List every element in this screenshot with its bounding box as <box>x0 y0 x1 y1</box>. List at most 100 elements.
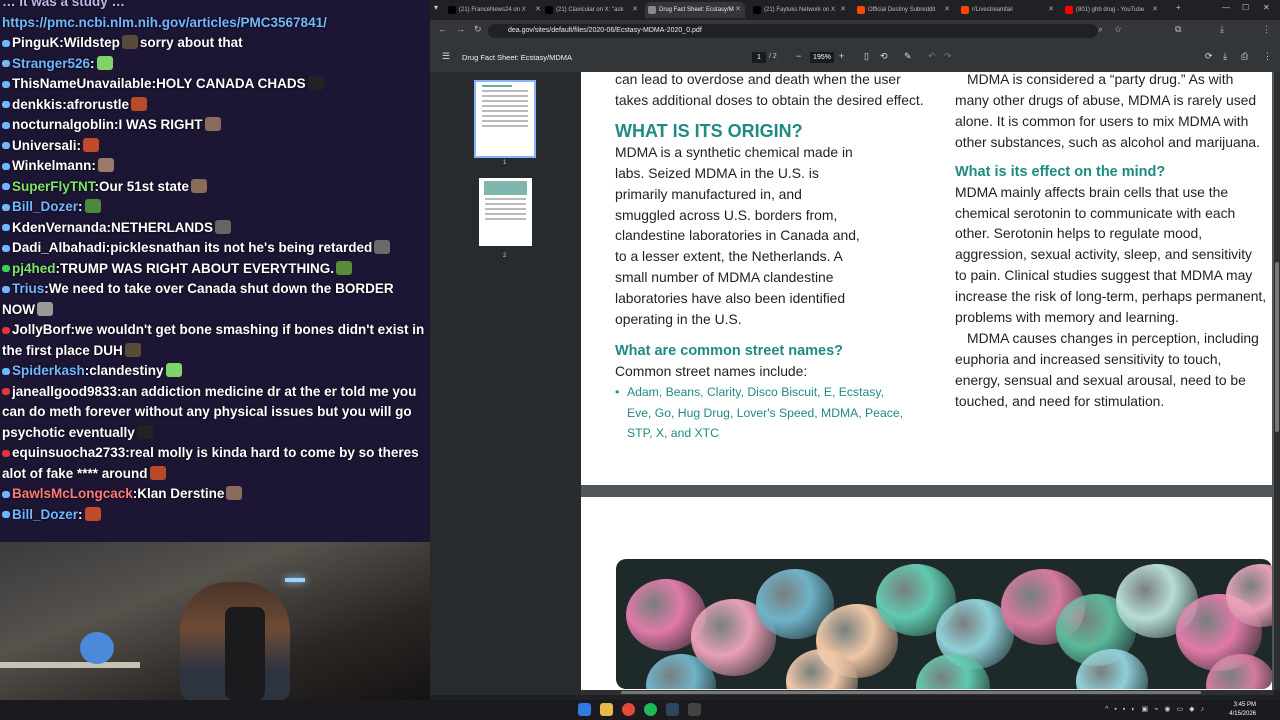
pdf-save-icon[interactable]: ⟳ <box>1205 51 1213 62</box>
chat-username[interactable]: KdenVernanda <box>12 220 107 235</box>
undo-icon[interactable]: ↶ <box>928 51 936 62</box>
sidebar-toggle-icon[interactable]: ☰ <box>442 51 450 62</box>
tab-close-icon[interactable]: ✕ <box>1152 2 1158 18</box>
download-icon[interactable]: ⤓ <box>1220 24 1224 35</box>
chat-message: equinsuocha2733:real molly is kinda hard… <box>0 443 430 484</box>
close-window-button[interactable]: ✕ <box>1263 3 1270 12</box>
new-tab-button[interactable]: + <box>1176 3 1181 12</box>
chat-username[interactable]: denkkis <box>12 97 62 112</box>
system-tray-icons[interactable]: ^▪▪◐▣⌁◉▭◆♪ <box>1105 705 1210 713</box>
browser-tab[interactable]: Drug Fact Sheet: Ecstasy/M ✕ <box>645 2 745 18</box>
chat-username[interactable]: Trius <box>12 281 44 296</box>
chat-username[interactable]: Bill_Dozer <box>12 199 78 214</box>
browser-tab[interactable]: (801) ghb drug - YouTube ✕ <box>1062 2 1162 18</box>
maximize-button[interactable]: ☐ <box>1242 3 1249 12</box>
chat-username[interactable]: JollyBorf <box>12 322 71 337</box>
chat-url-line[interactable]: https://pmc.ncbi.nlm.nih.gov/articles/PM… <box>0 13 430 34</box>
cam-shelf <box>0 662 140 668</box>
obs-icon[interactable] <box>688 703 701 716</box>
chat-username[interactable]: Stranger526 <box>12 56 90 71</box>
chat-username[interactable]: Bill_Dozer <box>12 507 78 522</box>
pdf-print-icon[interactable]: ⎙ <box>1241 51 1248 62</box>
fit-page-icon[interactable]: ▯ <box>864 51 869 62</box>
chat-username[interactable]: janeallgood9833 <box>12 384 117 399</box>
vertical-scroll-thumb[interactable] <box>1275 262 1279 432</box>
pdf-more-icon[interactable]: ⋮ <box>1263 51 1272 62</box>
chat-emote-icon <box>96 55 113 70</box>
chat-username[interactable]: equinsuocha2733 <box>12 445 125 460</box>
chat-username[interactable]: Spiderkash <box>12 363 85 378</box>
spotify-icon[interactable] <box>644 703 657 716</box>
page-thumbnail-2[interactable] <box>479 178 532 246</box>
horizontal-scrollbar[interactable] <box>581 690 1274 695</box>
thumbnail-sidebar: 1 2 <box>430 72 581 695</box>
chat-username[interactable]: nocturnalgoblin <box>12 117 114 132</box>
tab-close-icon[interactable]: ✕ <box>840 2 846 18</box>
vertical-scrollbar[interactable] <box>1274 72 1280 690</box>
annotate-icon[interactable]: ✎ <box>904 51 912 62</box>
zoom-in-icon[interactable]: + <box>839 51 844 61</box>
chat-text: I WAS RIGHT <box>118 117 203 132</box>
horizontal-scroll-thumb[interactable] <box>621 691 1201 694</box>
tab-close-icon[interactable]: ✕ <box>535 2 541 18</box>
chat-message-list: PinguK: Wildstep sorry about that Stranger5… <box>0 33 430 525</box>
file-explorer-icon[interactable] <box>600 703 613 716</box>
chat-badge-icon <box>2 285 10 293</box>
chat-message: Spiderkash:clandestiny <box>0 361 430 382</box>
menu-kebab-icon[interactable]: ⋮ <box>1262 24 1271 35</box>
minimize-button[interactable]: — <box>1222 3 1230 12</box>
chat-username[interactable]: BawlsMcLongcack <box>12 486 133 501</box>
chat-badge-icon <box>2 121 10 129</box>
browser-window: ▾ (21) FranceNews24 on X ✕ (21) Clavicular… <box>430 0 1280 700</box>
forward-icon[interactable]: → <box>456 24 465 34</box>
tab-search-icon[interactable]: ▾ <box>434 3 438 12</box>
left-column: can lead to overdose and death when the … <box>615 72 933 444</box>
chat-emote-icon <box>215 219 232 234</box>
chat-username[interactable]: Universali <box>12 138 77 153</box>
page-thumbnail-1[interactable] <box>474 80 536 158</box>
zoom-out-icon[interactable]: − <box>796 51 801 61</box>
zoom-icon[interactable]: ⌕ <box>1098 24 1103 35</box>
browser-tab[interactable]: (21) FranceNews24 on X ✕ <box>445 2 545 18</box>
chat-username[interactable]: pj4hed <box>12 261 56 276</box>
windows-start-icon[interactable] <box>578 703 591 716</box>
address-bar-row: ← → ↻ dea.gov/sites/default/files/2020-0… <box>430 20 1280 42</box>
back-icon[interactable]: ← <box>438 24 447 34</box>
chat-username[interactable]: Winkelmann <box>12 158 91 173</box>
reload-icon[interactable]: ↻ <box>474 24 482 35</box>
browser-tab[interactable]: Official Destiny Subreddit ✕ <box>854 2 954 18</box>
tab-close-icon[interactable]: ✕ <box>944 2 950 18</box>
clock[interactable]: 3:45 PM 4/15/2026 <box>1229 701 1256 719</box>
url-field[interactable]: dea.gov/sites/default/files/2020-06/Ecst… <box>488 24 1098 38</box>
browser-tab[interactable]: (21) Faytuks Network on X ✕ <box>750 2 850 18</box>
chat-username[interactable]: PinguK <box>12 35 59 50</box>
thumbnail-label-2: 2 <box>503 253 507 259</box>
steam-icon[interactable] <box>666 703 679 716</box>
tab-close-icon[interactable]: ✕ <box>1048 2 1054 18</box>
chrome-icon[interactable] <box>622 703 635 716</box>
zoom-level-input[interactable]: 195% <box>810 52 834 63</box>
chat-emote-icon <box>37 301 53 316</box>
cam-plush-toy <box>80 632 114 664</box>
chat-badge-icon <box>2 60 10 68</box>
tab-close-icon[interactable]: ✕ <box>735 2 741 18</box>
browser-tab[interactable]: (21) Clavicular on X: "ask ✕ <box>542 2 642 18</box>
chat-username[interactable]: SuperFlyTNT <box>12 179 95 194</box>
clock-date: 4/15/2026 <box>1229 711 1256 717</box>
redo-icon[interactable]: ↷ <box>944 51 952 62</box>
pdf-toolbar: ☰ Drug Fact Sheet: Ecstasy/MDMA 1 / 2 − … <box>430 42 1280 72</box>
bookmark-star-icon[interactable]: ☆ <box>1114 24 1122 35</box>
page-number-input[interactable]: 1 <box>752 52 766 63</box>
pdf-download-icon[interactable]: ⤓ <box>1223 51 1227 62</box>
tab-close-icon[interactable]: ✕ <box>632 2 638 18</box>
extensions-icon[interactable]: ⧉ <box>1175 24 1181 35</box>
chat-username[interactable]: Dadi_Albahadi <box>12 240 106 255</box>
rotate-icon[interactable]: ⟲ <box>880 51 888 62</box>
chat-url-link[interactable]: https://pmc.ncbi.nlm.nih.gov/articles/PM… <box>2 15 327 30</box>
browser-tab[interactable]: r/Livestreamfail ✕ <box>958 2 1058 18</box>
chat-text: afrorustle <box>66 96 130 112</box>
chat-emote-icon <box>97 158 114 172</box>
tab-favicon-icon <box>961 6 969 14</box>
chat-message: SuperFlyTNT:Our 51st state <box>0 177 430 198</box>
chat-username[interactable]: ThisNameUnavailable <box>12 76 152 91</box>
